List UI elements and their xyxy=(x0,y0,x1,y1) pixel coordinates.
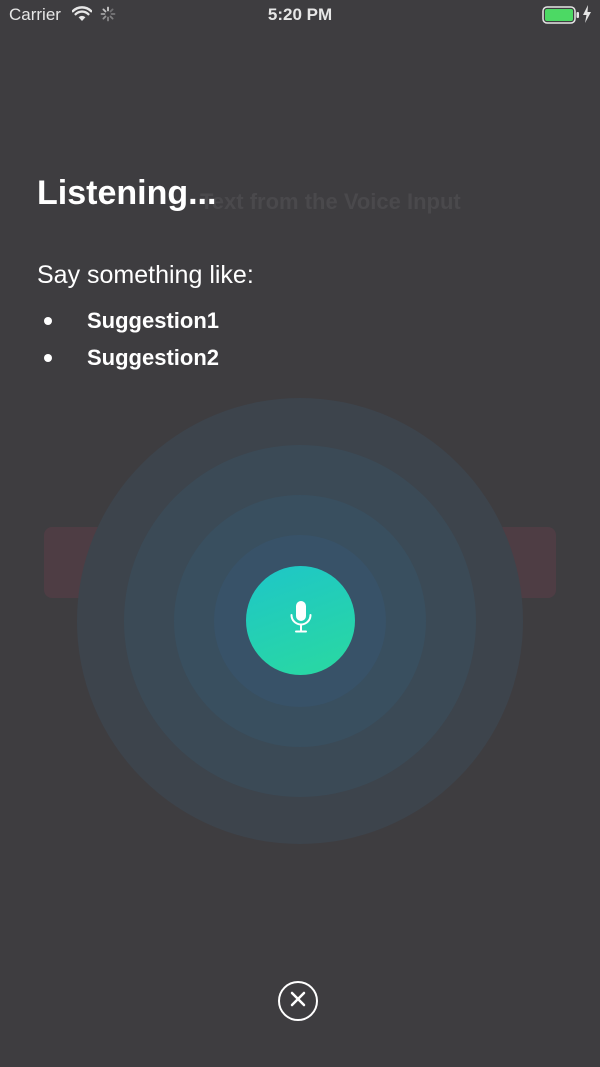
microphone-icon xyxy=(288,600,314,641)
charging-bolt-icon xyxy=(582,5,592,28)
suggestion-list: Suggestion1 Suggestion2 xyxy=(37,305,219,379)
bullet-icon xyxy=(44,317,52,325)
voice-input-text-label: Text from the Voice Input xyxy=(200,189,461,214)
battery-icon xyxy=(542,6,580,29)
close-button[interactable] xyxy=(278,981,318,1021)
status-bar: Carrier 5:20 PM xyxy=(0,0,600,30)
bullet-icon xyxy=(44,354,52,362)
prompt-text: Say something like: xyxy=(37,261,254,289)
suggestion-label: Suggestion1 xyxy=(87,308,220,333)
suggestion-item: Suggestion1 xyxy=(37,305,219,342)
suggestion-item: Suggestion2 xyxy=(37,342,219,379)
suggestion-label: Suggestion2 xyxy=(87,345,220,370)
microphone-button[interactable] xyxy=(246,566,355,675)
status-time: 5:20 PM xyxy=(267,5,333,24)
close-icon xyxy=(290,991,306,1012)
listening-title: Listening... xyxy=(37,174,217,212)
